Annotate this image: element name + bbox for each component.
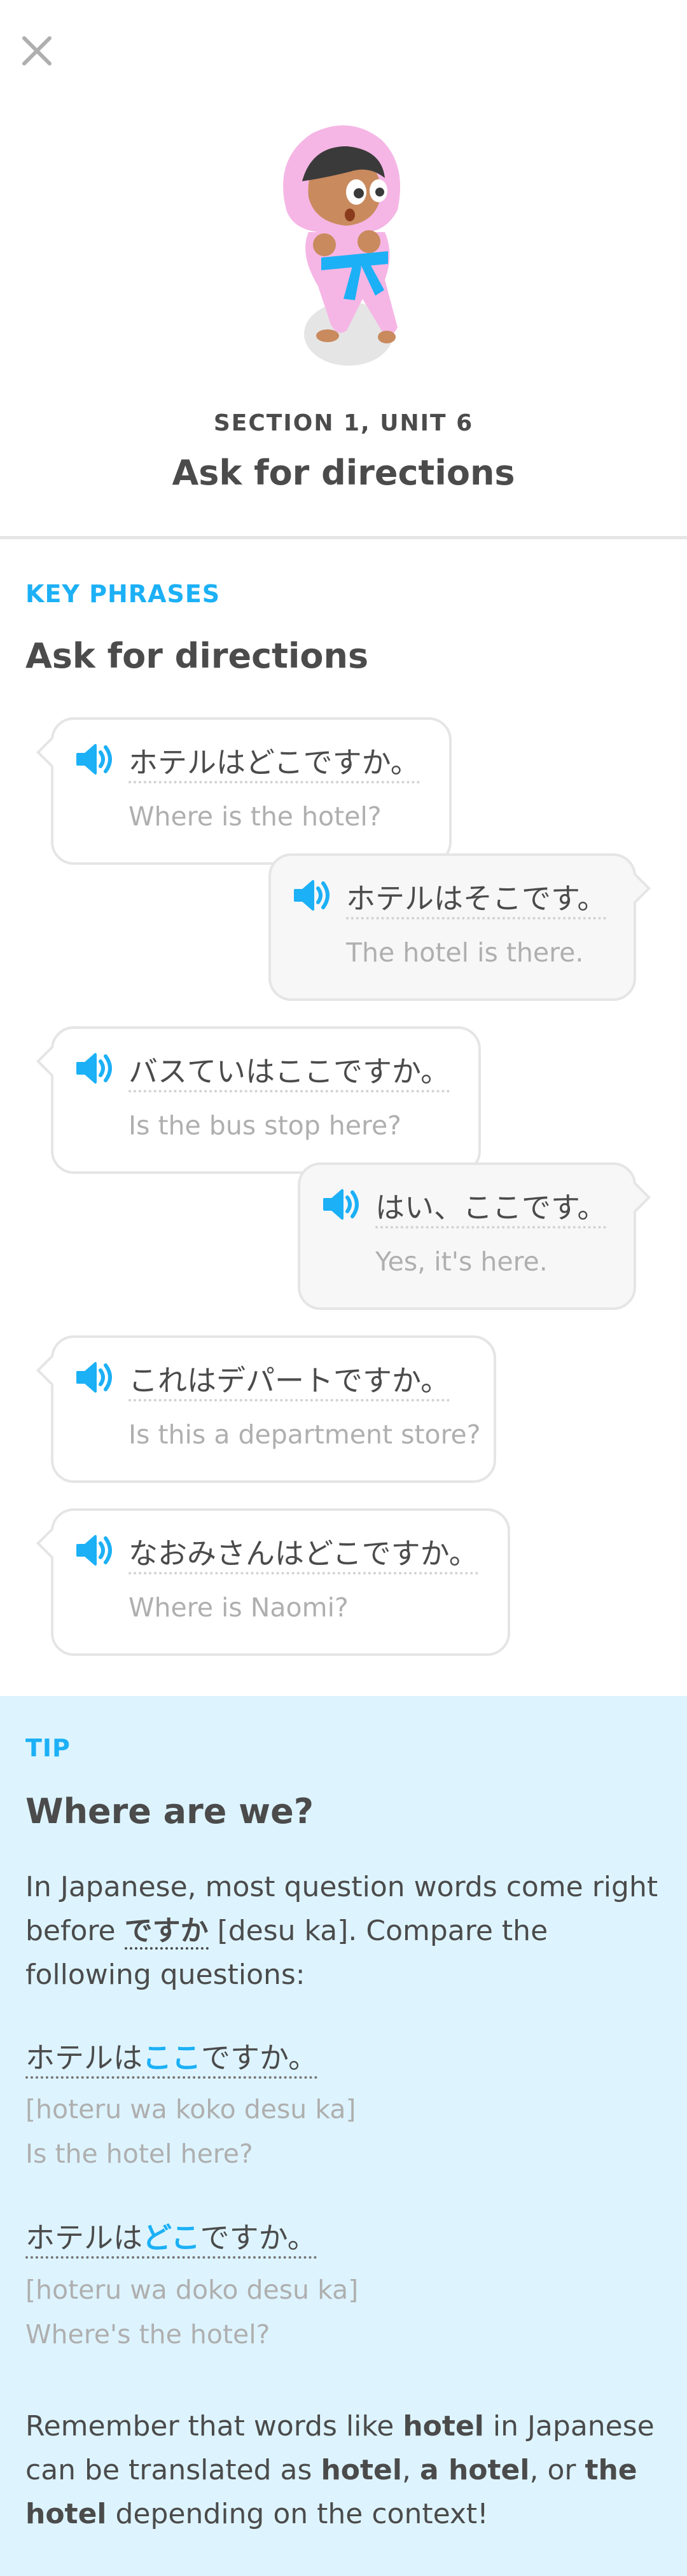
- key-phrases-title: Ask for directions: [25, 636, 369, 676]
- phrase-bubble: ホテルはそこです。 The hotel is there.: [268, 853, 651, 1001]
- phrase-japanese[interactable]: ホテルはどこですか。: [128, 744, 420, 783]
- speaker-icon[interactable]: [75, 1361, 114, 1394]
- character-illustration: [283, 125, 401, 366]
- phrase-english: Yes, it's here.: [375, 1246, 548, 1277]
- phrase-japanese[interactable]: はい、ここです。: [375, 1189, 607, 1229]
- close-button[interactable]: [19, 33, 55, 69]
- section-unit-label: SECTION 1, UNIT 6: [213, 410, 474, 436]
- example-japanese[interactable]: ホテルはどこですか。: [25, 2219, 317, 2259]
- tip-label: TIP: [25, 1734, 71, 1762]
- speaker-icon[interactable]: [75, 743, 114, 776]
- tip-section: TIP Where are we? In Japanese, most ques…: [0, 1696, 687, 2576]
- phrase-japanese[interactable]: バスていはここですか。: [128, 1053, 450, 1092]
- example-romaji: [hoteru wa doko desu ka]: [25, 2275, 359, 2305]
- example-english: Is the hotel here?: [25, 2139, 253, 2169]
- example-romaji: [hoteru wa koko desu ka]: [25, 2094, 356, 2125]
- desuka-term[interactable]: ですか: [124, 1915, 209, 1950]
- phrase-english: Is the bus stop here?: [128, 1110, 401, 1141]
- speaker-icon[interactable]: [75, 1052, 114, 1085]
- phrase-english: Where is the hotel?: [128, 801, 382, 832]
- header-divider: [0, 536, 687, 539]
- phrase-english: Is this a department store?: [128, 1419, 481, 1450]
- tip-title: Where are we?: [25, 1791, 314, 1831]
- phrase-japanese[interactable]: ホテルはそこです。: [346, 880, 607, 920]
- key-phrases-label: KEY PHRASES: [25, 580, 221, 608]
- phrase-bubble: これはデパートですか。 Is this a department store?: [36, 1335, 496, 1483]
- unit-title: Ask for directions: [172, 453, 515, 493]
- close-icon[interactable]: [19, 33, 55, 69]
- tip-intro: In Japanese, most question words come ri…: [25, 1871, 658, 1991]
- speaker-icon[interactable]: [75, 1534, 114, 1567]
- phrase-english: The hotel is there.: [346, 937, 584, 968]
- phrase-english: Where is Naomi?: [128, 1592, 349, 1623]
- phrase-bubble: バスていはここですか。 Is the bus stop here?: [36, 1026, 481, 1174]
- speaker-icon[interactable]: [293, 879, 332, 912]
- tip-closing: Remember that words like hotel in Japane…: [25, 2410, 655, 2530]
- phrase-japanese[interactable]: これはデパートですか。: [128, 1362, 450, 1402]
- speaker-icon[interactable]: [322, 1188, 361, 1221]
- unit-header: SECTION 1, UNIT 6 Ask for directions: [0, 0, 687, 537]
- phrase-bubble: はい、ここです。 Yes, it's here.: [298, 1162, 651, 1310]
- phrase-bubble: なおみさんはどこですか。 Where is Naomi?: [36, 1508, 510, 1656]
- phrase-bubble: ホテルはどこですか。 Where is the hotel?: [36, 717, 452, 865]
- example-english: Where's the hotel?: [25, 2319, 270, 2350]
- phrase-japanese[interactable]: なおみさんはどこですか。: [128, 1535, 478, 1574]
- example-japanese[interactable]: ホテルはここですか。: [25, 2039, 318, 2079]
